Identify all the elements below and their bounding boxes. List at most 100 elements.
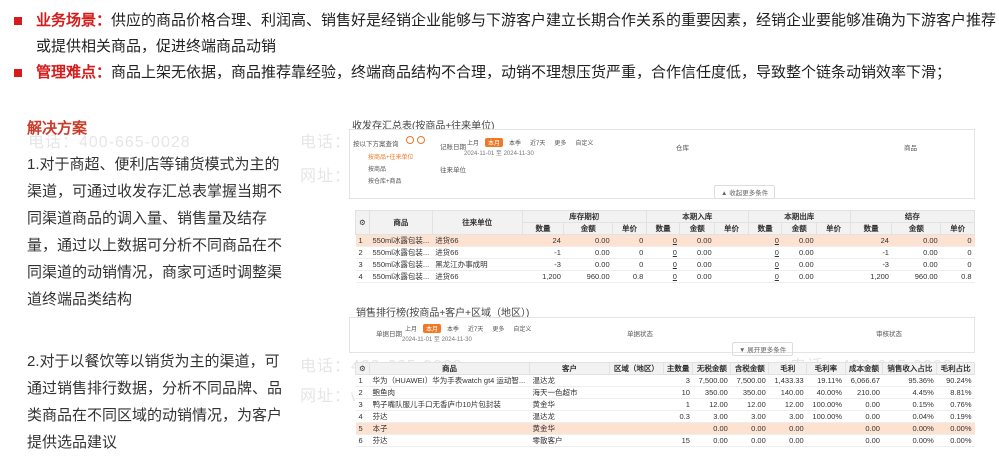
table-row[interactable]: 2 550ml冰露包装... 进货66 -1 0.00 0 0 0.00 0 0.00 -1 0.00…: [355, 246, 975, 259]
table-cell: [714, 246, 749, 259]
col-subheader: 金额: [679, 222, 716, 235]
col-header: 毛利: [768, 362, 808, 375]
sales-ranking-table: ⚙ 商品 客户 区域（地区） 主数量 无税金额 含税金额 毛利 毛利率 成本金额…: [355, 362, 975, 447]
table-cell: 0.00: [891, 246, 941, 259]
table-row[interactable]: 1 华为（HUAWEI）华为手表watch gt4 运动智... 温达龙 3 7,500…: [355, 374, 975, 387]
chip-last-7-days[interactable]: 近7天: [465, 324, 486, 333]
table-cell: 0.00: [692, 422, 731, 435]
table-cell: 2: [355, 386, 370, 399]
date-range: 2024-11-01 至 2024-11-30: [402, 337, 472, 343]
table-cell: 0: [940, 234, 975, 247]
table-cell: [663, 422, 693, 435]
table-cell: 0.00%: [882, 434, 937, 447]
chip-custom[interactable]: 自定义: [572, 138, 596, 147]
table-cell: 0.00: [563, 234, 613, 247]
table-cell: 3.00: [730, 410, 769, 423]
table-cell: 12.00: [730, 398, 769, 411]
table-cell: 0.00: [679, 234, 715, 247]
table-row[interactable]: 3 550ml冰露包装... 黑龙江办事成明 -3 0.00 0 0 0.00 0 0.00 -3 0…: [355, 258, 975, 271]
chip-custom[interactable]: 自定义: [510, 324, 534, 333]
table-cell: 0: [612, 234, 647, 247]
table-cell: 550ml冰露包装...: [369, 246, 433, 259]
edit-circle-icon[interactable]: [417, 136, 425, 144]
add-circle-icon[interactable]: [406, 136, 414, 144]
table-cell: 黄金华: [529, 398, 610, 411]
col-subheader: 数量: [645, 222, 681, 235]
col-header: 主数量: [662, 362, 694, 375]
table-cell: 3.00: [768, 410, 807, 423]
settings-icon[interactable]: ⚙: [355, 210, 370, 235]
table-cell: 温达龙: [529, 410, 610, 423]
tree-item-goods[interactable]: 按商品: [368, 164, 386, 173]
table-cell: 90.24%: [936, 374, 975, 387]
table-cell: 0.00: [563, 246, 613, 259]
table-cell: 550ml冰露包装...: [369, 234, 433, 247]
table-header-row: ⚙ 商品 往来单位 库存期初 本期入库 本期出库 结存: [355, 210, 976, 235]
tree-item-warehouse-goods[interactable]: 按仓库+商品: [368, 176, 402, 185]
table-row[interactable]: 5 本子 黄金华 0.00 0.00 0.00 0.00 0.00% 0.00%: [355, 422, 975, 435]
col-header: 毛利占比: [936, 362, 975, 375]
chip-this-quarter[interactable]: 本季: [506, 138, 524, 147]
table-cell: 0.00: [781, 234, 817, 247]
table-cell: 5: [355, 422, 370, 435]
table-row[interactable]: 2 鲍鱼肉 海天一色超市 10 350.00 350.00 140.00 40.00% 210.…: [355, 386, 975, 399]
col-header: 含税金额: [730, 362, 770, 375]
table-cell: 140.00: [768, 386, 807, 399]
col-subheader: 金额: [781, 222, 818, 235]
table-cell: 95.36%: [882, 374, 937, 387]
table-cell: 3: [355, 258, 370, 271]
table-cell: 960.00: [563, 270, 613, 283]
red-square-icon: [14, 17, 22, 25]
table-row[interactable]: 1 550ml冰露包装... 进货66 24 0.00 0 0 0.00 0 0.00 24 0.00…: [355, 234, 975, 247]
table-cell: 黑龙江办事成明: [432, 258, 523, 271]
col-header: 销售收入占比: [882, 362, 938, 375]
table-cell: 0.00: [891, 234, 941, 247]
table-cell: 0.19%: [936, 410, 975, 423]
table-cell: 1,200: [522, 270, 564, 283]
chip-more[interactable]: 更多: [551, 138, 569, 147]
inventory-summary-table: ⚙ 商品 往来单位 库存期初 本期入库 本期出库 结存 数量 金额 单价 数量 …: [355, 210, 976, 283]
chip-last-7-days[interactable]: 近7天: [527, 138, 548, 147]
table-cell: 1: [355, 234, 370, 247]
table-cell: 0.00: [781, 258, 817, 271]
table-cell: 0.00%: [936, 422, 975, 435]
table-cell: 1: [663, 398, 693, 411]
expand-more-button[interactable]: ▼ 展开更多条件: [732, 342, 794, 356]
table-cell: 6: [355, 434, 370, 447]
table-cell: 1,200: [850, 270, 892, 283]
chip-this-quarter[interactable]: 本季: [444, 324, 462, 333]
chip-last-month[interactable]: 上月: [464, 138, 482, 147]
table-cell: 进货66: [432, 246, 523, 259]
table-cell: 0.00: [679, 246, 715, 259]
table-cell: 进货66: [432, 234, 523, 247]
table-cell: 3.00: [692, 410, 731, 423]
table-row[interactable]: 4 芬达 温达龙 0.3 3.00 3.00 3.00 100.00% 0.00 0.04% 0.1…: [355, 410, 975, 423]
col-header: 往来单位: [431, 210, 523, 235]
table-cell: 0: [940, 246, 975, 259]
settings-icon[interactable]: ⚙: [355, 362, 370, 375]
collapse-more-button[interactable]: ▲ 收起更多条件: [714, 185, 776, 199]
chip-last-month[interactable]: 上月: [402, 324, 420, 333]
date-label: 单据日期: [376, 331, 402, 338]
table-cell: [816, 234, 851, 247]
table-cell: 海天一色超市: [529, 386, 610, 399]
solution-paragraph-2: 2.对于以餐饮等以销货为主的渠道，可通过销售排行数据，分析不同品牌、品类商品在不…: [27, 353, 283, 451]
table-cell: 40.00%: [806, 386, 846, 399]
table-row[interactable]: 3 鸭子嘴队服儿手口无香庐巾10片包封装 黄金华 1 12.00 12.00 12.00 10…: [355, 398, 975, 411]
chip-more[interactable]: 更多: [489, 324, 507, 333]
chip-this-month[interactable]: 本月: [485, 138, 504, 147]
chip-this-month[interactable]: 本月: [423, 324, 442, 333]
table-cell: [609, 374, 664, 387]
table-header-row: ⚙ 商品 客户 区域（地区） 主数量 无税金额 含税金额 毛利 毛利率 成本金额…: [355, 362, 975, 375]
bullet-business-scenario: 业务场景：供应的商品价格合理、利润高、销售好是经销企业能够与下游客户建立长期合作…: [14, 8, 999, 60]
table-cell: 0.00: [845, 422, 883, 435]
table-row[interactable]: 4 550ml冰露包装... 进货66 1,200 960.00 0.8 0 0.00 0 0.0…: [355, 270, 975, 283]
col-header: 本期入库: [645, 210, 749, 223]
table-cell: 8.81%: [936, 386, 975, 399]
table-cell: 芬达: [369, 410, 530, 423]
col-header: 客户: [529, 362, 610, 375]
doc-status-label: 单据状态: [627, 331, 653, 338]
table-row[interactable]: 6 芬达 零散客户 15 0.00 0.00 0.00 0.00 0.00% 0.00%: [355, 434, 975, 447]
table-cell: 24: [522, 234, 564, 247]
tree-item-goods-partner[interactable]: 按商品+往来单位: [368, 152, 414, 161]
